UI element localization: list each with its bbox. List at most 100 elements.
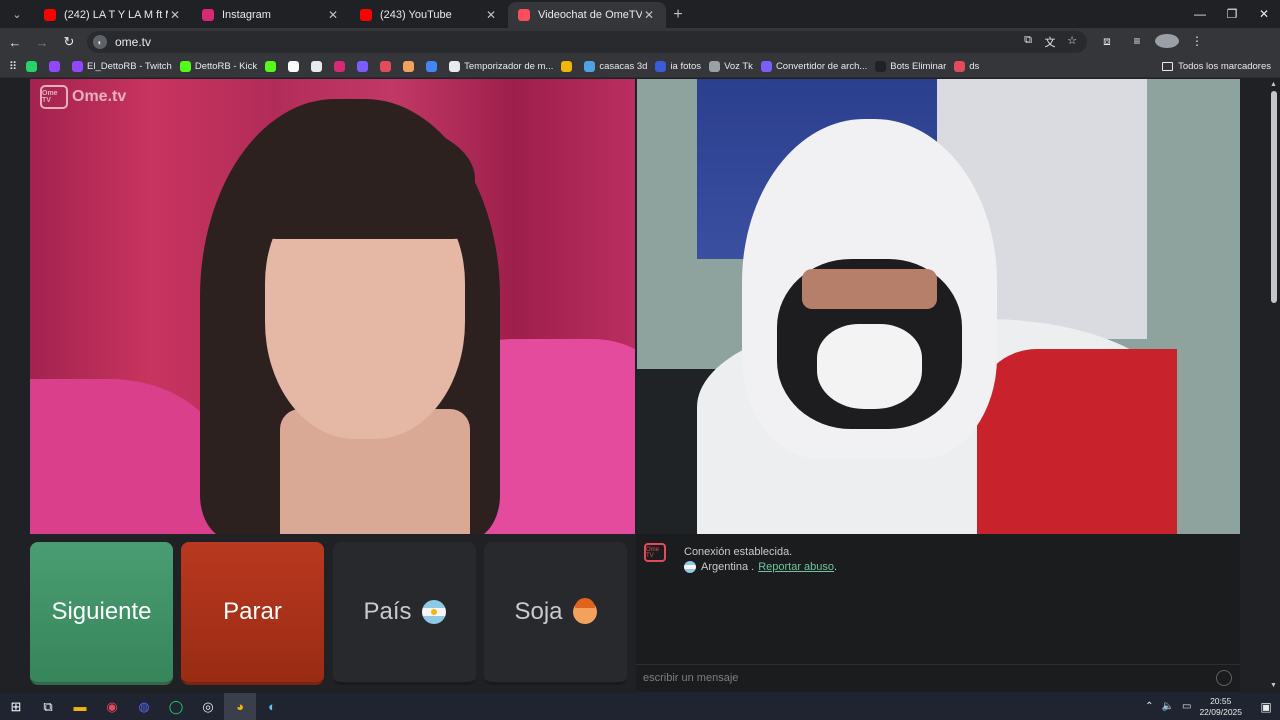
scrollbar-thumb[interactable] <box>1271 91 1277 303</box>
bookmark-icon <box>357 61 369 72</box>
discord-icon[interactable]: ◍ <box>128 693 160 720</box>
bookmark-item[interactable] <box>334 61 349 72</box>
bookmark-item[interactable]: Convertidor de arch... <box>760 61 868 72</box>
new-tab-button[interactable]: + <box>666 6 690 24</box>
bookmark-icon <box>179 61 191 72</box>
ometv-page: Siguiente Parar País Soja Ome TV Conexió… <box>0 79 1280 691</box>
network-icon[interactable]: ▭ <box>1182 701 1191 712</box>
bookmark-item[interactable] <box>311 61 326 72</box>
tab-title: (242) LA T Y LA M ft MALANDR <box>64 9 168 21</box>
chat-country-line: Argentina . Reportar abuso . <box>684 561 837 573</box>
bookmark-item[interactable]: El_DettoRB - Twitch <box>72 61 172 72</box>
bookmark-icon <box>334 61 346 72</box>
windows-start-icon[interactable]: ⊞ <box>0 693 32 720</box>
chat-country: Argentina . <box>701 561 755 573</box>
star-icon[interactable]: ☆ <box>1063 34 1081 50</box>
apps-grid-icon[interactable]: ⠿ <box>0 60 26 73</box>
clock[interactable]: 20:55 22/09/2025 <box>1199 696 1242 718</box>
bookmark-item[interactable]: ds <box>954 61 979 72</box>
bookmark-icon <box>584 61 596 72</box>
reload-icon[interactable]: ↻ <box>57 30 81 54</box>
bookmark-item[interactable]: Temporizador de m... <box>449 61 553 72</box>
chevron-up-icon[interactable]: ⌃ <box>1145 701 1153 712</box>
steam-icon[interactable]: ◐ <box>256 693 288 720</box>
whatsapp-icon[interactable]: ◯ <box>160 693 192 720</box>
bookmark-icon <box>403 61 415 72</box>
tab-title: Videochat de OmeTV: uno a <box>538 9 642 21</box>
scroll-down-icon[interactable]: ▼ <box>1270 682 1277 689</box>
bookmark-item[interactable] <box>380 61 395 72</box>
close-icon[interactable]: ✕ <box>642 8 656 22</box>
bookmark-item[interactable] <box>561 61 576 72</box>
site-info-icon[interactable]: ◐ <box>93 35 107 49</box>
bookmark-label: casacas 3d <box>599 61 648 72</box>
next-label: Siguiente <box>51 598 152 625</box>
browser-tab-active[interactable]: Videochat de OmeTV: uno a ✕ <box>508 2 666 28</box>
browser-toolbar: ← → ↻ ◐ ome.tv ⧉ 文 ☆ ⧈ ≡ ⋮ <box>0 28 1280 56</box>
chat-message-input[interactable]: escribir un mensaje <box>636 664 1240 691</box>
bookmark-label: Convertidor de arch... <box>775 61 868 72</box>
back-icon[interactable]: ← <box>3 30 27 54</box>
chrome-icon[interactable]: ◕ <box>224 693 256 720</box>
bookmark-icon <box>561 61 573 72</box>
bookmark-item[interactable] <box>357 61 372 72</box>
bookmark-label: El_DettoRB - Twitch <box>87 61 172 72</box>
forward-icon[interactable]: → <box>30 30 54 54</box>
next-button[interactable]: Siguiente <box>30 542 173 685</box>
all-bookmarks-button[interactable]: Todos los marcadores <box>1162 61 1271 72</box>
extensions-icon[interactable]: ⧈ <box>1095 34 1119 51</box>
page-scrollbar[interactable]: ▲ ▼ <box>1268 79 1280 691</box>
country-button[interactable]: País <box>333 542 476 685</box>
gender-label: Soja <box>514 598 563 625</box>
file-explorer-icon[interactable]: ▬ <box>64 693 96 720</box>
windows-taskbar: ⊞ ⧉ ▬ ◉ ◍ ◯ ◎ ◕ ◐ ⌃ 🔈 ▭ 20:55 22/09/2025… <box>0 693 1280 720</box>
youtube-icon <box>44 9 56 21</box>
clock-time: 20:55 <box>1210 695 1232 706</box>
close-window-icon[interactable]: ✕ <box>1248 0 1280 28</box>
bookmark-item[interactable] <box>265 61 280 72</box>
close-icon[interactable]: ✕ <box>168 8 182 22</box>
close-icon[interactable]: ✕ <box>484 8 498 22</box>
scroll-up-icon[interactable]: ▲ <box>1270 81 1277 88</box>
bookmark-item[interactable] <box>49 61 64 72</box>
browser-tab[interactable]: (243) YouTube ✕ <box>350 2 508 28</box>
translate-icon[interactable]: 文 <box>1041 34 1059 50</box>
bookmark-item[interactable] <box>403 61 418 72</box>
bookmark-icon <box>311 61 323 72</box>
minimize-icon[interactable]: — <box>1184 0 1216 28</box>
browser-tab[interactable]: Instagram ✕ <box>192 2 350 28</box>
bookmark-item[interactable]: DettoRB - Kick <box>179 61 257 72</box>
restore-icon[interactable]: ❐ <box>1216 0 1248 28</box>
bookmark-item[interactable]: Voz Tk <box>709 61 753 72</box>
notifications-icon[interactable]: ▣ <box>1256 700 1276 714</box>
menu-icon[interactable]: ⋮ <box>1185 34 1209 51</box>
window-controls: — ❐ ✕ <box>1184 0 1280 28</box>
bookmarks-bar: ⠿ El_DettoRB - Twitch DettoRB - Kick Tempo… <box>0 56 1280 78</box>
bookmark-item[interactable]: casacas 3d <box>584 61 647 72</box>
stop-button[interactable]: Parar <box>181 542 324 685</box>
address-bar[interactable]: ◐ ome.tv ⧉ 文 ☆ <box>87 31 1087 53</box>
bookmark-icon <box>49 61 60 72</box>
volume-icon[interactable]: 🔈 <box>1162 701 1174 712</box>
bookmark-item[interactable] <box>288 61 303 72</box>
gender-button[interactable]: Soja <box>484 542 627 685</box>
obs-icon[interactable]: ◎ <box>192 693 224 720</box>
browser-tab[interactable]: (242) LA T Y LA M ft MALANDR ✕ <box>34 2 192 28</box>
tab-search-button[interactable]: ⌄ <box>4 3 30 25</box>
bookmark-item[interactable]: Bots Eliminar <box>875 61 946 72</box>
app-red-icon[interactable]: ◉ <box>96 693 128 720</box>
profile-icon[interactable] <box>1155 33 1179 51</box>
chat-input-placeholder: escribir un mensaje <box>643 672 739 684</box>
bookmark-item[interactable] <box>26 61 41 72</box>
bookmark-item[interactable] <box>426 61 441 72</box>
install-app-icon[interactable]: ⧉ <box>1019 34 1037 50</box>
address-text: ome.tv <box>115 35 152 49</box>
emoji-icon[interactable] <box>1216 670 1232 686</box>
bookmark-item[interactable]: ia fotos <box>655 61 701 72</box>
task-view-icon[interactable]: ⧉ <box>32 693 64 720</box>
stranger-video <box>30 79 635 534</box>
media-icon[interactable]: ≡ <box>1125 34 1149 51</box>
bookmark-icon <box>288 61 300 72</box>
report-abuse-link[interactable]: Reportar abuso <box>758 561 834 573</box>
close-icon[interactable]: ✕ <box>326 8 340 22</box>
